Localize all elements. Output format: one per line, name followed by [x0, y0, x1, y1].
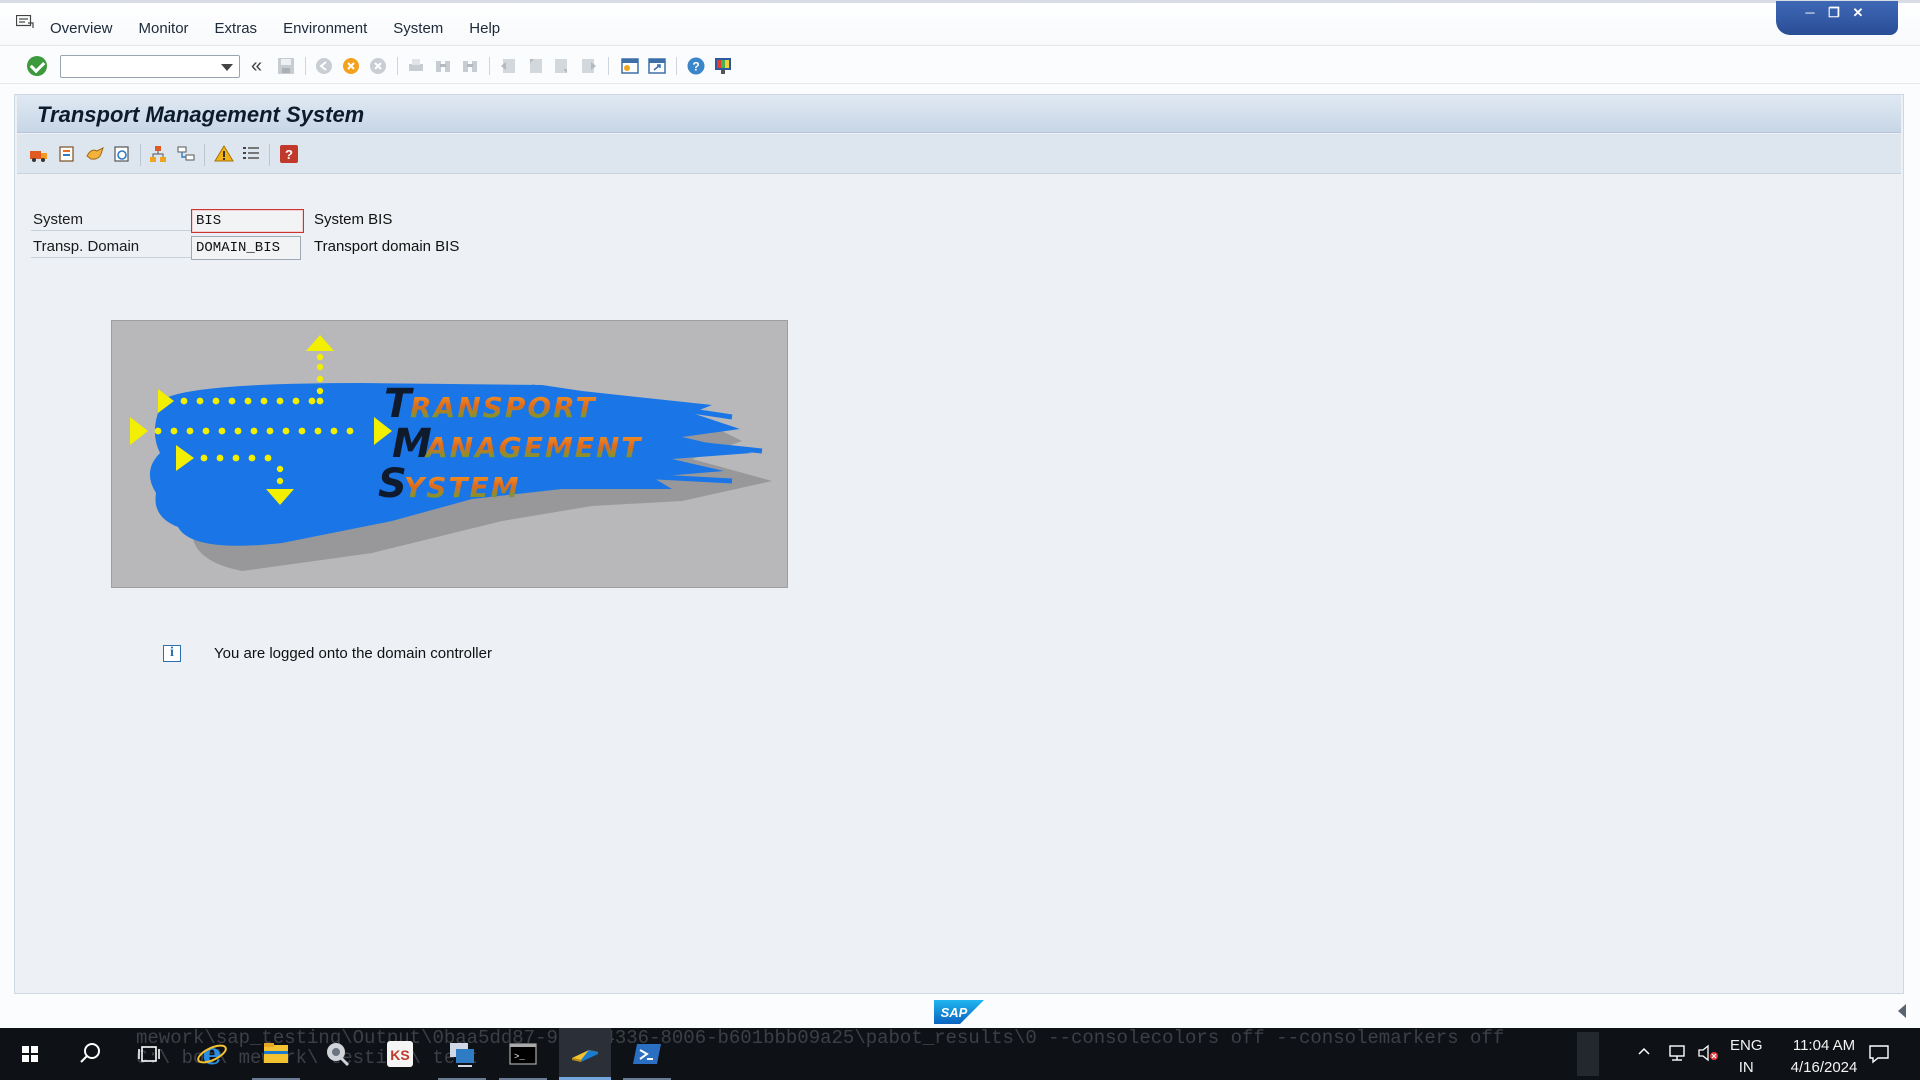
enter-icon[interactable]	[27, 56, 47, 76]
command-field[interactable]	[60, 55, 240, 78]
cancel-icon[interactable]	[368, 56, 388, 76]
sap-logon-icon[interactable]	[312, 1028, 364, 1080]
taskbar-spacer	[1577, 1032, 1599, 1076]
find-icon[interactable]	[433, 56, 453, 76]
internet-explorer-icon[interactable]: e	[186, 1028, 238, 1080]
next-page-icon[interactable]	[552, 56, 572, 76]
transport-domain-field[interactable]: DOMAIN_BIS	[191, 236, 301, 260]
windows-taskbar: mework\sap_testing\Output\0baa5dd87-98e9…	[0, 1028, 1920, 1080]
customize-layout-icon[interactable]	[713, 56, 733, 76]
create-session-icon[interactable]	[620, 56, 640, 76]
print-icon[interactable]	[406, 56, 426, 76]
menu-environment[interactable]: Environment	[283, 20, 367, 37]
help-icon[interactable]: ?	[686, 56, 706, 76]
svg-text:e: e	[202, 1037, 221, 1072]
sap-logo-text: SAP	[941, 1005, 968, 1020]
last-page-icon[interactable]	[579, 56, 599, 76]
chevron-down-icon[interactable]	[221, 64, 233, 71]
system-description: System BIS	[314, 211, 393, 228]
banner-word-ystem: YSTEM	[404, 471, 521, 504]
first-page-icon[interactable]	[498, 56, 518, 76]
hierarchy-icon[interactable]	[148, 144, 168, 164]
powershell-icon[interactable]	[621, 1028, 673, 1080]
banner-word-anagement: ANAGEMENT	[424, 431, 642, 464]
transport-domain-description: Transport domain BIS	[314, 238, 460, 255]
svg-text:>_: >_	[514, 1052, 525, 1062]
check-icon[interactable]	[112, 144, 132, 164]
banner-letter-s: S	[378, 461, 407, 507]
transport-routes-icon[interactable]	[85, 144, 105, 164]
standard-toolbar: « ?	[0, 46, 1920, 84]
search-icon[interactable]	[64, 1028, 116, 1080]
sap-logon-pad-icon[interactable]	[559, 1028, 611, 1080]
save-icon[interactable]	[276, 56, 296, 76]
menu-bar: Overview Monitor Extras Environment Syst…	[0, 0, 1920, 46]
exit-icon[interactable]	[341, 56, 361, 76]
configuration-icon[interactable]	[176, 144, 196, 164]
page-title: Transport Management System	[37, 102, 365, 127]
info-message: You are logged onto the domain controlle…	[214, 645, 492, 662]
language-indicator[interactable]: ENG IN	[1730, 1035, 1763, 1080]
help-icon[interactable]: ?	[279, 144, 299, 164]
restore-icon[interactable]: ❐	[1826, 5, 1842, 21]
tms-banner-graphic: T RANSPORT M ANAGEMENT S YSTEM	[130, 335, 772, 571]
menu-help[interactable]: Help	[469, 20, 500, 37]
title-bar: Transport Management System	[17, 95, 1901, 133]
remote-desktop-icon[interactable]	[436, 1028, 488, 1080]
close-icon[interactable]: ✕	[1850, 5, 1866, 21]
clock[interactable]: 11:04 AM 4/16/2024	[1773, 1035, 1875, 1080]
language-code: ENG	[1730, 1037, 1763, 1054]
menu-extras[interactable]: Extras	[215, 20, 258, 37]
show-hidden-icons-icon[interactable]	[1636, 1044, 1652, 1080]
file-explorer-icon[interactable]	[250, 1028, 302, 1080]
alert-icon[interactable]	[214, 144, 234, 164]
minimize-icon[interactable]: ─	[1802, 5, 1818, 21]
start-icon[interactable]	[4, 1028, 56, 1080]
task-view-icon[interactable]	[124, 1028, 176, 1080]
collapse-command-field-icon[interactable]: «	[251, 55, 262, 78]
status-bar: SAP	[0, 994, 1920, 1028]
find-next-icon[interactable]	[460, 56, 480, 76]
menu-monitor[interactable]: Monitor	[139, 20, 189, 37]
transport-domain-label: Transp. Domain	[31, 236, 191, 258]
svg-text:?: ?	[692, 60, 699, 74]
command-prompt-icon[interactable]: >_	[497, 1028, 549, 1080]
svg-text:?: ?	[285, 147, 293, 162]
sap-logo: SAP	[934, 1000, 984, 1024]
log-icon[interactable]	[241, 144, 261, 164]
info-icon: i	[163, 645, 181, 662]
network-icon[interactable]	[1668, 1044, 1690, 1080]
notifications-icon[interactable]	[1868, 1044, 1890, 1080]
region-code: IN	[1738, 1059, 1754, 1076]
menu-system[interactable]: System	[393, 20, 443, 37]
import-overview-icon[interactable]	[29, 144, 49, 164]
system-label: System	[31, 209, 191, 231]
application-toolbar: ?	[17, 134, 1901, 174]
banner-word-ransport: RANSPORT	[410, 391, 597, 424]
svg-text:KS: KS	[390, 1047, 409, 1063]
system-field[interactable]: BIS	[191, 209, 304, 233]
application-area: Transport Management System ? System BIS…	[14, 94, 1904, 994]
menu-overview[interactable]: Overview	[50, 20, 113, 37]
volume-icon[interactable]	[1697, 1044, 1719, 1080]
shortcut-icon[interactable]	[647, 56, 667, 76]
tms-banner-image: T RANSPORT M ANAGEMENT S YSTEM	[111, 320, 788, 588]
previous-page-icon[interactable]	[525, 56, 545, 76]
sap-gui-icon[interactable]: KS	[374, 1028, 426, 1080]
clock-date: 4/16/2024	[1790, 1059, 1858, 1076]
menu-icon[interactable]	[16, 15, 34, 29]
back-icon[interactable]	[314, 56, 334, 76]
system-overview-icon[interactable]	[57, 144, 77, 164]
window-controls: ─ ❐ ✕	[1776, 1, 1898, 35]
status-bar-toggle-icon[interactable]	[1898, 1004, 1906, 1018]
clock-time: 11:04 AM	[1792, 1037, 1856, 1054]
